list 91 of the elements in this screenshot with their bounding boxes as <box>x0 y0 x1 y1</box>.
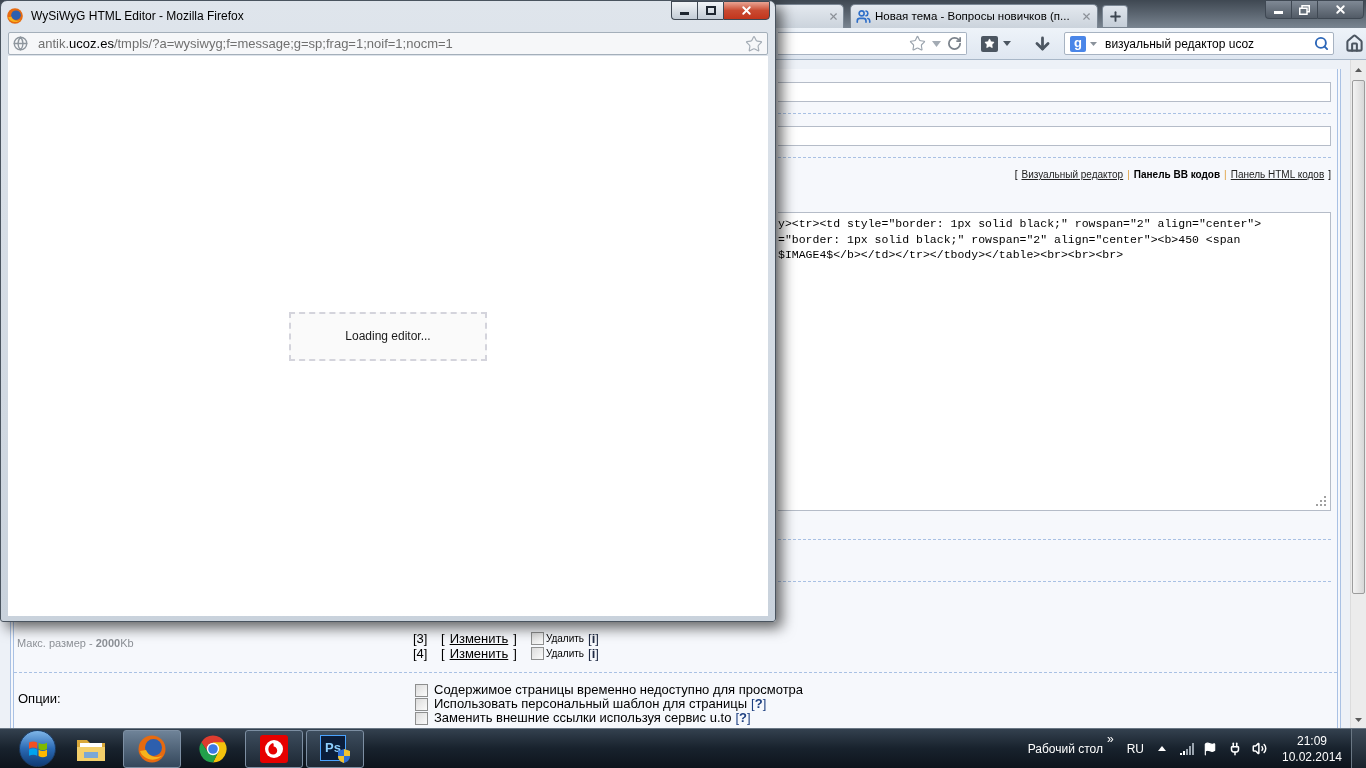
plug-icon[interactable] <box>1228 741 1242 756</box>
star-icon[interactable] <box>745 34 763 53</box>
clock[interactable]: 21:09 10.02.2014 <box>1282 732 1342 765</box>
browser-tab[interactable]: Новая тема - Вопросы новичков (п... <box>850 4 1098 28</box>
checkbox[interactable] <box>530 632 544 645</box>
show-desktop-button[interactable] <box>1351 729 1366 768</box>
checkbox[interactable] <box>530 647 544 660</box>
close-icon <box>740 4 753 17</box>
bracket-text: [ <box>1014 168 1018 182</box>
browser-tab[interactable] <box>776 4 844 28</box>
info-link[interactable]: [i] <box>588 631 599 646</box>
text-field[interactable] <box>778 82 1331 102</box>
minimize-button[interactable] <box>1265 0 1291 19</box>
maximize-button[interactable] <box>697 1 723 20</box>
taskbar-app-button[interactable]: Ps <box>306 729 364 768</box>
edit-link[interactable]: Изменить <box>449 646 509 661</box>
window-title: WySiWyG HTML Editor - Mozilla Firefox <box>31 9 244 23</box>
home-icon <box>1344 34 1364 53</box>
minimize-icon <box>680 11 689 15</box>
taskbar-app-button[interactable] <box>245 729 303 768</box>
restore-button[interactable] <box>1291 0 1317 19</box>
checkbox[interactable] <box>415 697 428 711</box>
new-tab-button[interactable] <box>1102 5 1128 27</box>
desktop-toolbar-label[interactable]: Рабочий стол <box>1027 739 1103 758</box>
scroll-up-icon[interactable] <box>1355 68 1362 72</box>
signal-icon[interactable] <box>1180 742 1194 755</box>
bracket-text: ] <box>513 631 517 646</box>
speech-mark-logo-icon <box>260 734 288 763</box>
flag-icon[interactable] <box>1203 741 1217 756</box>
max-size-text: Макс. размер - 2000Kb <box>17 637 134 649</box>
maximize-icon <box>705 6 716 15</box>
search-field[interactable]: g визуальный редактор ucoz <box>1064 32 1334 55</box>
text-field[interactable] <box>778 126 1331 146</box>
bracket-text: ] <box>1328 168 1331 182</box>
star-icon[interactable] <box>909 35 926 52</box>
options-label: Опции: <box>18 690 61 709</box>
home-button[interactable] <box>1343 32 1365 55</box>
option-label: Заменить внешние ссылки используя сервис u.to <box>434 711 732 725</box>
loading-message: Loading editor... <box>289 311 487 361</box>
tray-arrow-icon[interactable] <box>1158 746 1166 751</box>
toolbar-chevron[interactable]: » <box>1106 733 1114 745</box>
resize-grip-icon[interactable] <box>1316 496 1326 506</box>
index-text: [4] <box>413 646 429 661</box>
editor-mode-link[interactable]: Панель HTML кодов <box>1230 168 1325 182</box>
close-button[interactable] <box>1317 0 1364 19</box>
taskbar-app-button[interactable] <box>123 729 181 768</box>
separator-text: | <box>1224 168 1227 182</box>
checkbox[interactable] <box>415 711 428 725</box>
search-engine-logo[interactable]: g <box>1070 35 1086 52</box>
option-label: Использовать персональный шаблон для страницы <box>434 697 748 711</box>
index-text: [3] <box>413 631 429 646</box>
scroll-down-icon[interactable] <box>1355 718 1362 722</box>
scrollbar[interactable] <box>1350 60 1366 728</box>
restore-icon <box>1299 4 1310 15</box>
option-label: Содержимое страницы временно недоступно для просмотра <box>434 683 804 697</box>
info-link[interactable]: [i] <box>588 646 599 661</box>
globe-logo-icon <box>138 734 166 763</box>
globe-icon[interactable] <box>13 36 28 51</box>
delete-label: Удалить <box>545 632 585 646</box>
reload-icon[interactable] <box>947 36 962 51</box>
plus-icon <box>1107 9 1123 24</box>
help-link[interactable]: [?] <box>735 711 751 725</box>
windows-logo-icon <box>27 739 48 758</box>
checkbox[interactable] <box>415 683 428 697</box>
search-icon[interactable] <box>1314 36 1329 51</box>
start-button[interactable] <box>19 730 56 767</box>
separator-text: | <box>1127 168 1130 182</box>
people-icon <box>856 9 871 24</box>
help-link[interactable]: [?] <box>751 697 767 711</box>
editor-mode-link[interactable]: Визуальный редактор <box>1021 168 1124 182</box>
close-button[interactable] <box>723 1 770 20</box>
bracket-text: [ <box>441 646 445 661</box>
bracket-text: ] <box>513 646 517 661</box>
minimize-button[interactable] <box>671 1 697 20</box>
delete-label: Удалить <box>545 647 585 661</box>
editor-mode-link[interactable]: Панель BB кодов <box>1133 168 1221 182</box>
globe-logo-icon[interactable] <box>7 8 23 24</box>
address-field[interactable] <box>778 32 967 55</box>
close-icon <box>1334 3 1347 16</box>
download-icon <box>1032 34 1052 53</box>
code-textarea[interactable]: y><tr><td style="border: 1px solid black;" rowspan="2" align="center"> ="border: 1px solid black;" rowspan="2" align="center"><b>450 <span $IMAGE4$</b></td></tr></tbody></table><br><br><br> <box>778 212 1331 511</box>
edit-link[interactable]: Изменить <box>449 631 509 646</box>
speaker-icon[interactable] <box>1252 741 1267 756</box>
scrollbar-thumb[interactable] <box>1352 80 1365 594</box>
address-field[interactable]: antik.ucoz.es/tmpls/?a=wysiwyg;f=message;g=sp;frag=1;noif=1;nocm=1 <box>8 32 768 55</box>
caret-icon[interactable] <box>1090 41 1097 46</box>
caret-icon <box>1003 41 1011 46</box>
circle-logo-icon <box>199 734 227 763</box>
language-indicator[interactable]: RU <box>1126 739 1144 758</box>
bracket-text: [ <box>441 631 445 646</box>
minimize-icon <box>1274 10 1283 14</box>
